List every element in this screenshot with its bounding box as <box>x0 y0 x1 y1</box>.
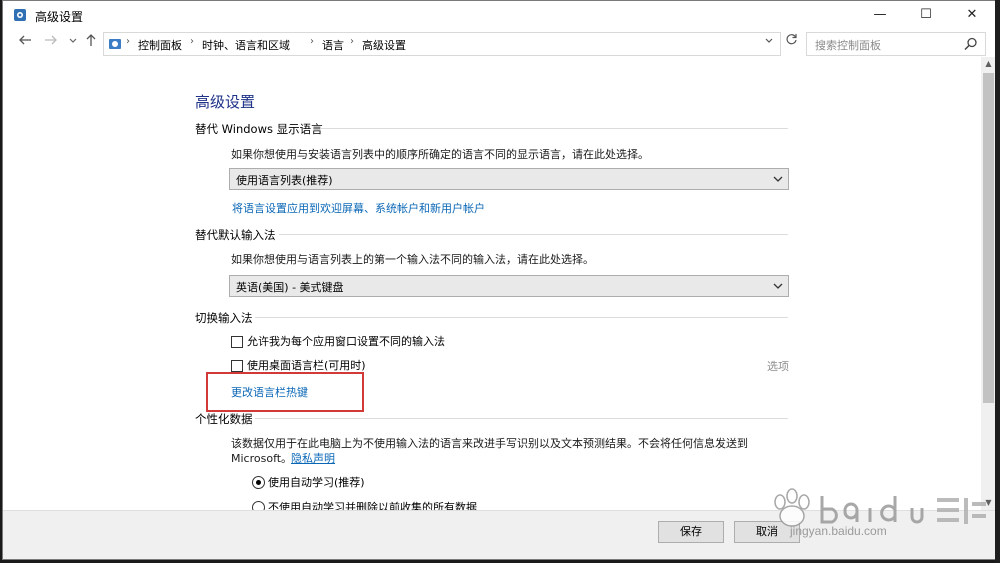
personalization-description: 该数据仅用于在此电脑上为不使用输入法的语言来改进手写识别以及文本预测结果。不会将… <box>231 437 748 450</box>
section-divider <box>279 234 788 235</box>
section-title-default-input: 替代默认输入法 <box>195 228 276 242</box>
section-divider <box>255 418 788 419</box>
display-language-dropdown[interactable]: 使用语言列表(推荐) <box>229 168 789 190</box>
watermark-text: jingyan.baidu.com <box>790 524 887 538</box>
settings-content: 高级设置 替代 Windows 显示语言 如果你想使用与安装语言列表中的顺序所确… <box>3 57 981 510</box>
display-language-description: 如果你想使用与安装语言列表中的顺序所确定的语言不同的显示语言，请在此处选择。 <box>231 148 649 161</box>
close-button[interactable]: ✕ <box>949 1 995 29</box>
desktop-language-bar-label: 使用桌面语言栏(可用时) <box>247 359 366 372</box>
personalization-description-cont: Microsoft。 <box>231 452 293 465</box>
vertical-scrollbar[interactable]: ▲ ▼ <box>981 57 996 510</box>
save-button[interactable]: 保存 <box>658 521 724 543</box>
search-box[interactable]: 搜索控制面板 <box>806 32 986 56</box>
section-title-switch-input: 切换输入法 <box>195 311 253 325</box>
default-input-value: 英语(美国) - 美式键盘 <box>236 281 344 294</box>
privacy-statement-link[interactable]: 隐私声明 <box>291 450 335 466</box>
recent-locations-button[interactable] <box>63 33 83 53</box>
apply-language-settings-link[interactable]: 将语言设置应用到欢迎屏幕、系统帐户和新用户帐户 <box>232 200 485 216</box>
arrow-right-icon <box>45 35 57 45</box>
search-icon <box>964 37 977 51</box>
breadcrumb-control-panel[interactable]: 控制面板 <box>138 37 182 53</box>
title-bar: 高级设置 — ☐ ✕ <box>3 1 996 29</box>
auto-learning-label: 使用自动学习(推荐) <box>268 476 365 489</box>
per-app-input-checkbox[interactable] <box>231 336 243 348</box>
arrow-left-icon <box>19 35 31 45</box>
no-auto-learning-radio[interactable] <box>252 501 265 510</box>
back-button[interactable] <box>15 33 35 53</box>
per-app-input-label: 允许我为每个应用窗口设置不同的输入法 <box>247 335 445 348</box>
minimize-button[interactable]: — <box>857 1 903 29</box>
chevron-down-icon <box>69 38 77 43</box>
breadcrumb-clock-language-region[interactable]: 时钟、语言和区域 <box>202 37 290 53</box>
window-title: 高级设置 <box>35 10 84 24</box>
breadcrumb-separator: › <box>310 36 314 47</box>
section-divider <box>321 128 788 129</box>
advanced-settings-window: 高级设置 — ☐ ✕ › 控制面板 › 时钟、语言和区域 › 语言 › 高级设置… <box>2 0 997 560</box>
chevron-down-icon <box>773 176 783 182</box>
section-divider <box>255 317 788 318</box>
no-auto-learning-label: 不使用自动学习并删除以前收集的所有数据 <box>268 501 477 510</box>
refresh-icon <box>785 34 797 45</box>
breadcrumb-separator: › <box>190 36 194 47</box>
background-window-edge <box>995 0 1000 563</box>
desktop-language-bar-checkbox[interactable] <box>231 360 243 372</box>
control-panel-icon <box>109 39 121 49</box>
search-placeholder: 搜索控制面板 <box>815 39 881 52</box>
options-link[interactable]: 选项 <box>767 358 789 374</box>
breadcrumb-separator: › <box>350 36 354 47</box>
forward-button[interactable] <box>41 33 61 53</box>
control-panel-icon <box>14 9 26 21</box>
default-input-dropdown[interactable]: 英语(美国) - 美式键盘 <box>229 275 789 297</box>
refresh-button[interactable] <box>781 33 801 53</box>
breadcrumb-separator: › <box>126 36 130 47</box>
section-title-display-language: 替代 Windows 显示语言 <box>195 122 323 136</box>
chevron-down-icon <box>765 38 773 43</box>
breadcrumb-language[interactable]: 语言 <box>322 37 344 53</box>
change-language-bar-hotkeys-link[interactable]: 更改语言栏热键 <box>231 384 308 400</box>
address-dropdown-button[interactable] <box>761 35 777 51</box>
scroll-up-arrow[interactable]: ▲ <box>981 57 996 71</box>
navigation-bar: › 控制面板 › 时钟、语言和区域 › 语言 › 高级设置 搜索控制面板 <box>3 29 996 57</box>
display-language-value: 使用语言列表(推荐) <box>236 174 333 187</box>
default-input-description: 如果你想使用与语言列表上的第一个输入法不同的输入法，请在此处选择。 <box>231 253 594 266</box>
breadcrumb-advanced-settings[interactable]: 高级设置 <box>362 37 406 53</box>
arrow-up-icon <box>86 34 96 46</box>
up-button[interactable] <box>81 33 101 53</box>
page-title: 高级设置 <box>195 93 256 111</box>
section-title-personalization-data: 个性化数据 <box>195 412 253 426</box>
chevron-down-icon <box>773 283 783 289</box>
scrollbar-thumb[interactable] <box>983 73 994 403</box>
maximize-button[interactable]: ☐ <box>903 1 949 29</box>
auto-learning-radio[interactable] <box>252 476 265 489</box>
address-bar[interactable]: › 控制面板 › 时钟、语言和区域 › 语言 › 高级设置 <box>103 32 781 56</box>
